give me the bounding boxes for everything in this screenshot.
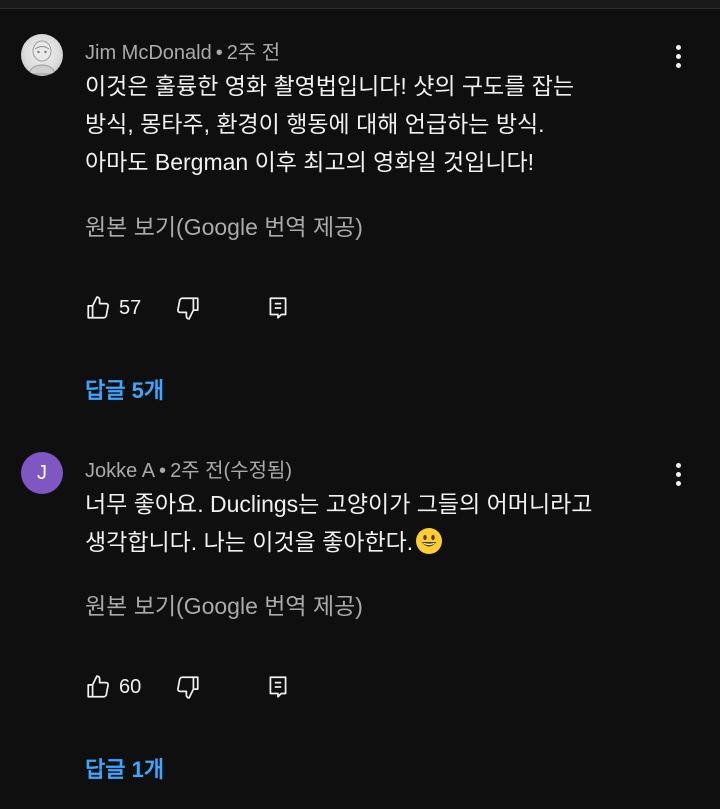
like-count: 57 <box>119 296 142 319</box>
reply-button[interactable] <box>265 295 291 321</box>
dislike-button[interactable] <box>175 674 201 700</box>
separator-dot: • <box>159 460 167 482</box>
reply-button[interactable] <box>265 674 291 700</box>
separator-dot: • <box>215 42 223 64</box>
avatar-letter: J <box>37 461 47 484</box>
kebab-dot <box>675 53 681 59</box>
comment-line: 이것은 훌륭한 영화 촬영법입니다! 샷의 구도를 잡는 <box>85 73 575 99</box>
comment-actions: 60 <box>85 672 291 702</box>
view-replies-button[interactable]: 답글 5개 <box>85 373 164 405</box>
comment-line: 생각합니다. 나는 이것을 좋아한다. <box>85 523 685 561</box>
author-name[interactable]: Jokke A <box>85 460 155 482</box>
comment-reply-icon <box>269 676 287 698</box>
thumbs-down-icon <box>177 297 199 320</box>
kebab-dot <box>675 44 681 50</box>
comment-line: 너무 좋아요. Duclings는 고양이가 그들의 어머니라고 <box>85 491 593 517</box>
comment-line: 아마도 Bergman 이후 최고의 영화일 것입니다! <box>85 149 535 175</box>
thumbs-up-icon <box>87 296 109 319</box>
like-button[interactable] <box>85 295 111 321</box>
comment-time[interactable]: 2주 전 <box>227 42 280 64</box>
kebab-dot <box>675 462 681 468</box>
view-original-link[interactable]: 원본 보기(Google 번역 제공) <box>85 208 363 242</box>
like-count: 60 <box>119 675 142 698</box>
comment-actions: 57 <box>85 293 291 323</box>
comment-meta: Jokke A • 2주 전(수정됨) <box>85 454 292 483</box>
avatar[interactable] <box>21 34 63 76</box>
dislike-button[interactable] <box>175 295 201 321</box>
comment-time[interactable]: 2주 전(수정됨) <box>170 460 292 482</box>
kebab-dot <box>675 471 681 477</box>
view-replies-button[interactable]: 답글 1개 <box>85 752 164 784</box>
author-name[interactable]: Jim McDonald <box>85 42 212 64</box>
like-button[interactable] <box>85 674 111 700</box>
comment-text: 너무 좋아요. Duclings는 고양이가 그들의 어머니라고 생각합니다. … <box>85 485 685 561</box>
comment-line-text: 생각합니다. 나는 이것을 좋아한다. <box>85 529 414 555</box>
thumbs-up-icon <box>87 675 109 698</box>
comment-line: 방식, 몽타주, 환경이 행동에 대해 언급하는 방식. <box>85 111 545 137</box>
avatar[interactable]: J <box>21 452 63 494</box>
view-original-link[interactable]: 원본 보기(Google 번역 제공) <box>85 587 363 621</box>
comment-meta: Jim McDonald • 2주 전 <box>85 36 280 65</box>
comment-reply-icon <box>269 297 287 319</box>
top-divider <box>0 0 720 9</box>
comment-text: 이것은 훌륭한 영화 촬영법입니다! 샷의 구도를 잡는 방식, 몽타주, 환경… <box>85 67 685 181</box>
avatar-image <box>28 40 56 75</box>
thumbs-down-icon <box>177 676 199 699</box>
grinning-face-icon <box>416 527 443 554</box>
